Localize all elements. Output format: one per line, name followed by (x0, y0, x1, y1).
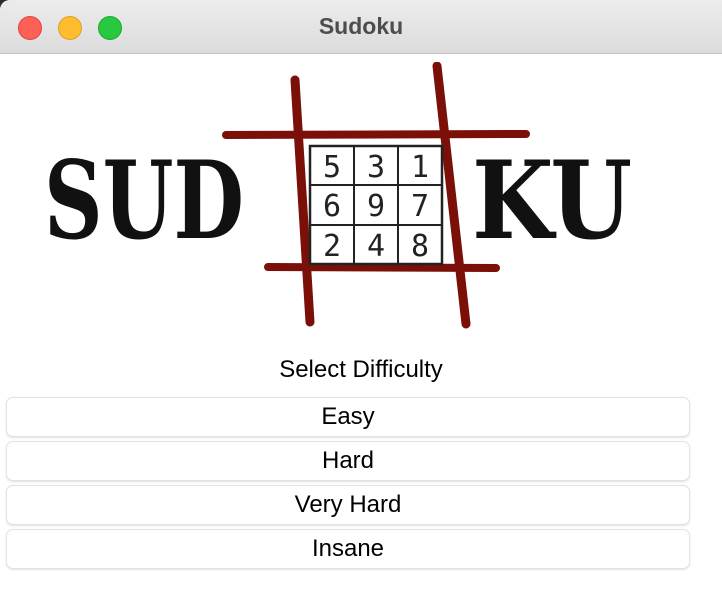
logo-digit: 6 (323, 189, 341, 224)
logo-digit: 4 (367, 229, 385, 264)
select-difficulty-label: Select Difficulty (279, 356, 443, 383)
logo-digit: 7 (411, 189, 429, 224)
logo-right-text: KU (472, 138, 632, 264)
title-bar: Sudoku (0, 0, 722, 54)
hard-button[interactable]: Hard (6, 441, 690, 481)
app-window: Sudoku SUD 5 3 1 6 9 7 2 4 8 KU Select D… (0, 0, 722, 606)
window-title: Sudoku (318, 13, 404, 39)
logo-digit: 3 (367, 150, 385, 185)
logo-grid: 5 3 1 6 9 7 2 4 8 (308, 144, 444, 266)
logo-digit: 9 (367, 189, 385, 224)
logo-digit: 8 (411, 229, 429, 264)
logo-digit: 2 (323, 229, 341, 264)
logo-digit: 1 (411, 150, 429, 185)
logo-digit: 5 (323, 150, 341, 185)
very-hard-button[interactable]: Very Hard (6, 485, 690, 525)
sudoku-logo: SUD 5 3 1 6 9 7 2 4 8 KU (44, 62, 632, 329)
easy-button[interactable]: Easy (6, 397, 690, 437)
logo-left-text: SUD (44, 138, 244, 264)
insane-button[interactable]: Insane (6, 529, 690, 569)
